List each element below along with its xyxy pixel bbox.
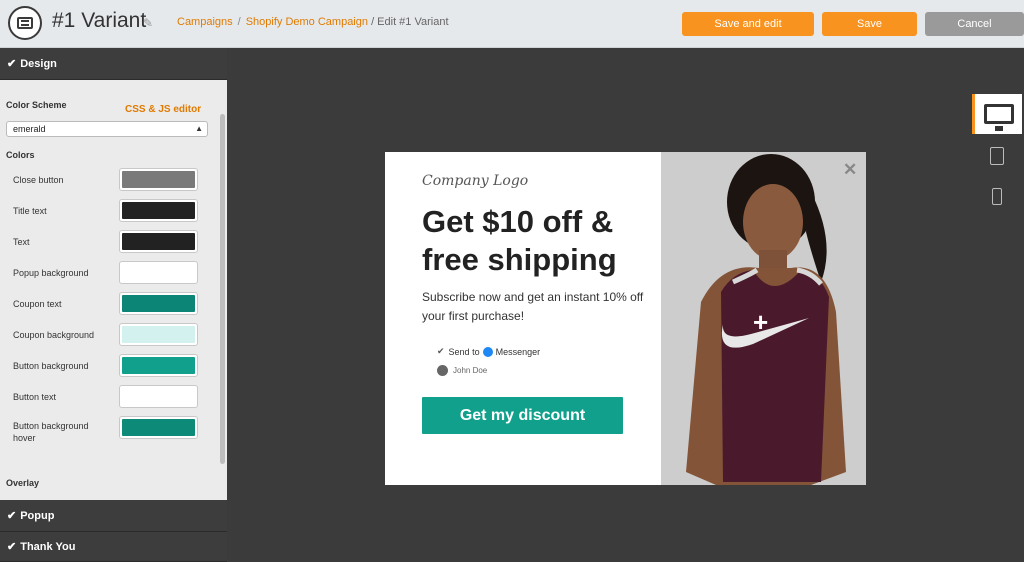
color-scheme-select[interactable]: emerald ▲ (6, 121, 208, 137)
section-popup[interactable]: ✔ Popup (0, 500, 227, 532)
menu-icon[interactable] (8, 6, 42, 40)
color-row-popup-background: Popup background (13, 261, 199, 285)
get-discount-button[interactable]: Get my discount (422, 397, 623, 434)
color-swatch[interactable] (119, 199, 198, 222)
sidebar: ✔ Design Color Scheme CSS & JS editor eme… (0, 48, 227, 562)
save-and-edit-button[interactable]: Save and edit (682, 12, 814, 36)
popup-headline: Get $10 off & free shipping (422, 204, 617, 277)
check-icon: ✔ (7, 510, 17, 522)
page-title: #1 Variant (52, 9, 147, 32)
messenger-icon (482, 346, 493, 357)
css-js-editor-link[interactable]: CSS & JS editor (125, 104, 201, 115)
company-logo: Company Logo (422, 173, 529, 189)
color-swatch[interactable] (119, 354, 198, 377)
save-button[interactable]: Save (822, 12, 917, 36)
cancel-button[interactable]: Cancel (925, 12, 1024, 36)
color-row-button-background-hover: Button background hover (13, 416, 199, 446)
tablet-icon[interactable] (972, 136, 1022, 176)
desktop-icon[interactable] (972, 94, 1022, 134)
overlay-label: Overlay (6, 478, 40, 488)
color-row-close-button: Close button (13, 168, 199, 192)
color-swatch[interactable] (119, 230, 198, 253)
breadcrumb: Campaigns / Shopify Demo Campaign / Edit #… (177, 16, 449, 28)
color-swatch[interactable] (119, 416, 198, 439)
top-bar: #1 Variant ✎ Campaigns / Shopify Demo Camp… (0, 0, 1024, 48)
section-thank-you[interactable]: ✔ Thank You (0, 532, 227, 562)
color-row-coupon-text: Coupon text (13, 292, 199, 316)
color-swatch[interactable] (119, 385, 198, 408)
color-swatch[interactable] (119, 292, 198, 315)
close-icon[interactable]: ✕ (843, 160, 857, 180)
breadcrumb-campaign[interactable]: Shopify Demo Campaign (246, 16, 368, 28)
design-panel: Color Scheme CSS & JS editor emerald ▲ C… (0, 80, 227, 500)
popup-content: Company Logo Get $10 off & free shipping… (385, 152, 661, 485)
check-icon: ✔ (7, 58, 17, 70)
mobile-icon[interactable] (972, 176, 1022, 216)
colors-label: Colors (6, 150, 35, 160)
color-row-button-background: Button background (13, 354, 199, 378)
breadcrumb-campaigns[interactable]: Campaigns (177, 16, 233, 28)
popup-subtext: Subscribe now and get an instant 10% off… (422, 290, 644, 323)
plus-icon[interactable]: + (753, 307, 768, 338)
color-swatch[interactable] (119, 323, 198, 346)
color-row-button-text: Button text (13, 385, 199, 409)
color-row-title-text: Title text (13, 199, 199, 223)
color-row-coupon-background: Coupon background (13, 323, 199, 347)
color-swatch[interactable] (119, 261, 198, 284)
color-scheme-label: Color Scheme (6, 100, 67, 110)
checkbox-icon: ✔ (437, 346, 445, 356)
color-swatch[interactable] (119, 168, 198, 191)
sidebar-scrollbar[interactable] (220, 114, 225, 464)
color-row-text: Text (13, 230, 199, 254)
send-to-messenger[interactable]: ✔ Send to Messenger (437, 346, 540, 357)
messenger-user: John Doe (437, 365, 487, 376)
section-design[interactable]: ✔ Design (0, 48, 227, 80)
select-arrows-icon: ▲ (195, 124, 203, 133)
check-icon: ✔ (7, 541, 17, 553)
popup-preview: Company Logo Get $10 off & free shipping… (385, 152, 866, 485)
avatar (437, 365, 448, 376)
breadcrumb-current: / Edit #1 Variant (371, 16, 449, 28)
pencil-icon[interactable]: ✎ (143, 16, 155, 30)
